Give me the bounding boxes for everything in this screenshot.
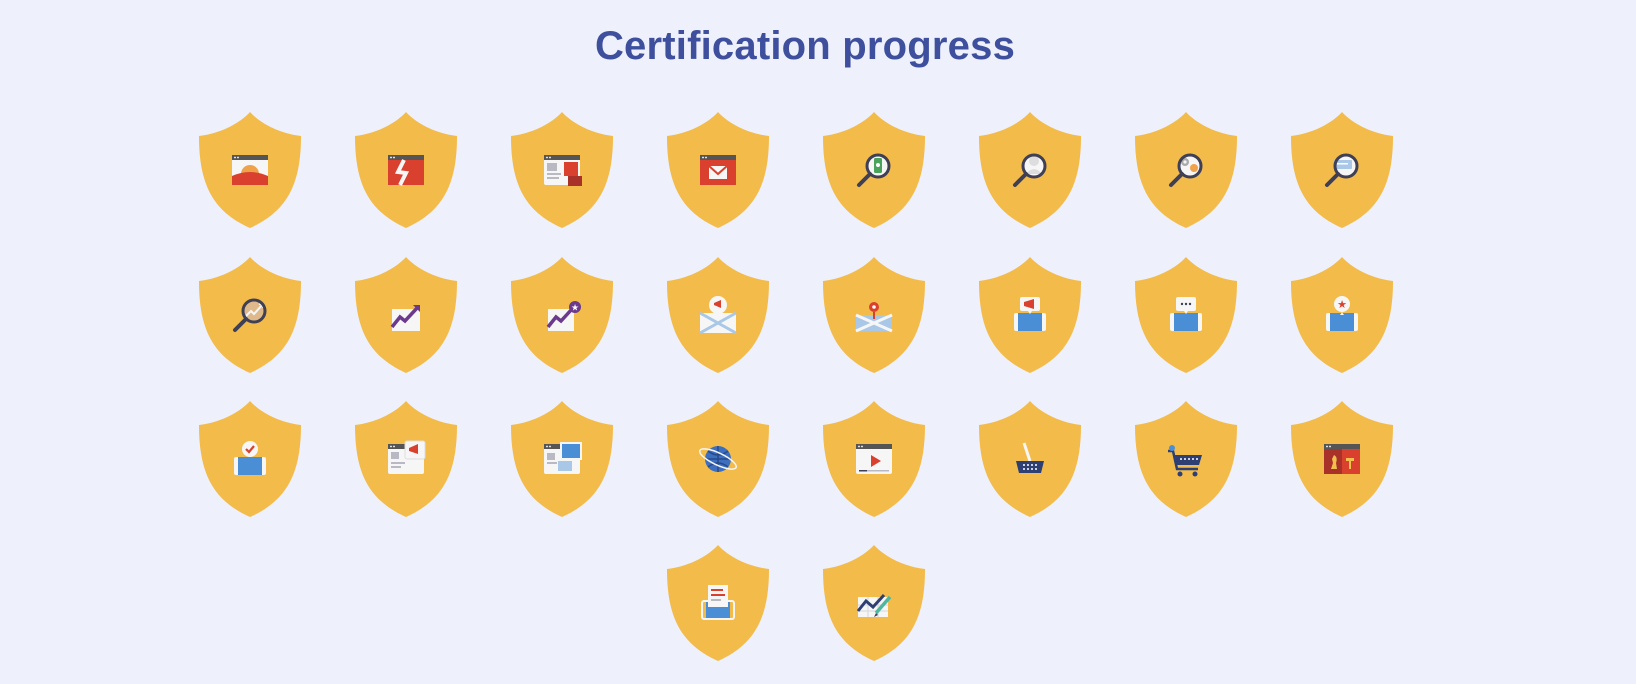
certification-badge[interactable] [822, 111, 926, 229]
layout-puzzle-icon [534, 142, 590, 198]
certification-badge[interactable] [666, 111, 770, 229]
window-megaphone-icon [378, 431, 434, 487]
shopping-cart-icon [1158, 431, 1214, 487]
mobile-article-icon [690, 575, 746, 631]
certification-badge[interactable]: ★ [1290, 256, 1394, 374]
certification-badge[interactable] [354, 111, 458, 229]
chess-window-icon [1314, 431, 1370, 487]
search-text-icon [1314, 142, 1370, 198]
certification-badge[interactable] [198, 400, 302, 518]
certification-badge[interactable] [978, 111, 1082, 229]
mobile-megaphone-icon [1002, 287, 1058, 343]
search-settings-icon [1158, 142, 1214, 198]
certification-badge[interactable] [822, 256, 926, 374]
certification-badge[interactable] [666, 544, 770, 662]
certification-badge[interactable] [666, 400, 770, 518]
certification-badge[interactable] [510, 400, 614, 518]
certification-badge[interactable] [978, 400, 1082, 518]
svg-text:★: ★ [571, 304, 579, 314]
mobile-check-icon [222, 431, 278, 487]
certification-badge[interactable] [510, 111, 614, 229]
multi-screen-icon [534, 431, 590, 487]
shopping-basket-icon [1002, 431, 1058, 487]
certification-badge[interactable] [978, 256, 1082, 374]
certification-badge[interactable]: ★ [510, 256, 614, 374]
search-mobile-icon [846, 142, 902, 198]
certification-badge[interactable] [354, 400, 458, 518]
globe-orbit-icon [690, 431, 746, 487]
certification-badge[interactable] [666, 256, 770, 374]
certification-badge[interactable] [822, 544, 926, 662]
growth-star-icon: ★ [534, 287, 590, 343]
certification-badge[interactable] [198, 256, 302, 374]
map-megaphone-icon [690, 287, 746, 343]
search-growth-icon [222, 287, 278, 343]
video-player-icon [846, 431, 902, 487]
mobile-star-icon: ★ [1314, 287, 1370, 343]
svg-text:★: ★ [1337, 298, 1347, 311]
certification-badge[interactable] [1134, 400, 1238, 518]
certification-badge[interactable] [1290, 111, 1394, 229]
broken-window-icon [378, 142, 434, 198]
certification-badge[interactable] [1134, 111, 1238, 229]
analytics-chart-icon [846, 575, 902, 631]
email-window-icon [690, 142, 746, 198]
mobile-chat-icon [1158, 287, 1214, 343]
certification-badge[interactable] [1290, 400, 1394, 518]
certification-badge[interactable] [1134, 256, 1238, 374]
growth-chart-icon [378, 287, 434, 343]
page-title: Certification progress [594, 24, 1016, 68]
search-user-icon [1002, 142, 1058, 198]
certification-badge[interactable] [822, 400, 926, 518]
certification-badge[interactable] [198, 111, 302, 229]
sunset-window-icon [222, 142, 278, 198]
map-pin-icon [846, 287, 902, 343]
certification-badge[interactable] [354, 256, 458, 374]
